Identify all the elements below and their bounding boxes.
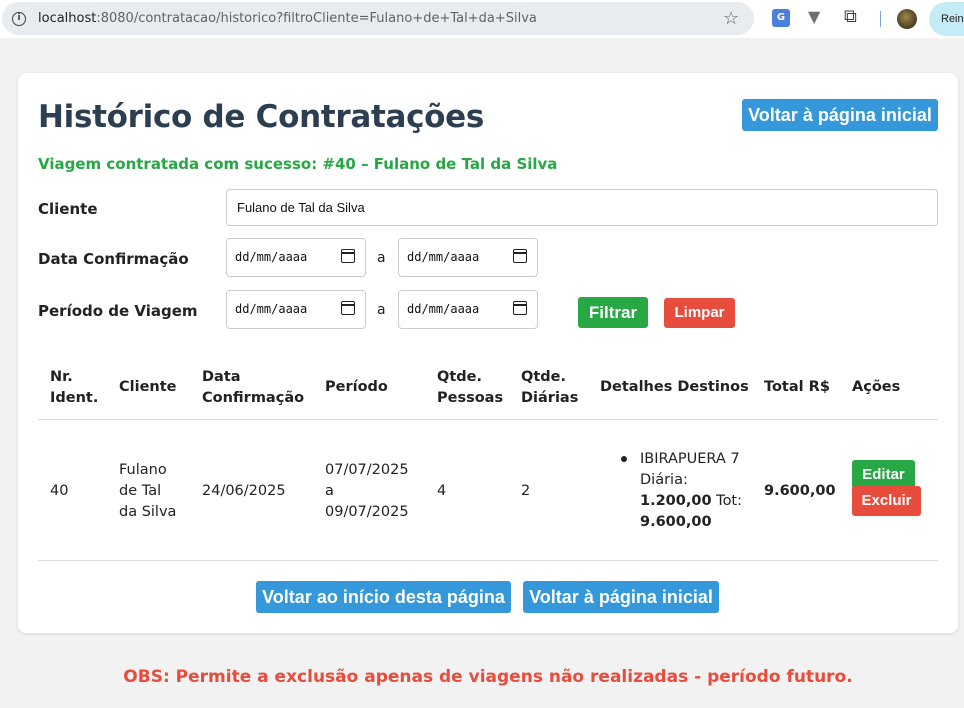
cell-cliente: Fulano de Tal da Silva [119, 462, 177, 520]
periodo-viagem-label: Período de Viagem [38, 302, 198, 320]
calendar-icon[interactable] [513, 301, 527, 315]
url-path: :8080/contratacao/historico?filtroClient… [96, 11, 537, 26]
cell-total: 9.600,00 [764, 483, 836, 499]
url-text[interactable]: localhost:8080/contratacao/historico?fil… [38, 11, 537, 26]
back-to-top-button[interactable]: Voltar ao início desta página [256, 581, 511, 613]
date-placeholder: dd/mm/aaaa [407, 250, 480, 264]
success-message: Viagem contratada com sucesso: #40 – Ful… [38, 155, 558, 173]
editar-button[interactable]: Editar [852, 460, 915, 489]
column-header-destinos: Detalhes Destinos [600, 379, 749, 395]
obs-note: OBS: Permite a exclusão apenas de viagen… [123, 667, 853, 687]
cell-data-confirmacao: 24/06/2025 [202, 483, 286, 499]
data-confirmacao-label: Data Confirmação [38, 250, 189, 268]
data-confirmacao-start-input[interactable]: dd/mm/aaaa [226, 238, 366, 277]
excluir-button[interactable]: Excluir [852, 486, 921, 516]
cliente-input[interactable]: Fulano de Tal da Silva [226, 189, 938, 226]
column-header-acoes: Ações [852, 379, 901, 395]
cell-diarias: 2 [521, 483, 531, 499]
cell-periodo: 07/07/2025 a 09/07/2025 [325, 462, 409, 520]
cell-id: 40 [50, 483, 69, 499]
main-card: Histórico de Contratações Voltar à págin… [18, 73, 958, 633]
filtrar-button[interactable]: Filtrar [578, 297, 648, 328]
table-row-divider [38, 560, 938, 561]
profile-avatar-icon[interactable] [897, 9, 917, 29]
url-host: localhost [38, 11, 97, 26]
range-separator: a [377, 302, 386, 318]
column-header-total: Total R$ [764, 379, 830, 395]
periodo-end-input[interactable]: dd/mm/aaaa [398, 290, 538, 329]
column-header-pessoas: Qtde. Pessoas [437, 369, 504, 406]
date-placeholder: dd/mm/aaaa [235, 250, 308, 264]
cell-pessoas: 4 [437, 483, 447, 499]
calendar-icon[interactable] [341, 249, 355, 263]
destino-bullet [621, 456, 627, 462]
date-placeholder: dd/mm/aaaa [407, 302, 480, 316]
back-home-button-bottom[interactable]: Voltar à página inicial [523, 581, 719, 613]
column-header-diarias: Qtde. Diárias [521, 369, 579, 406]
column-header-periodo: Período [325, 379, 388, 395]
column-header-data-confirmacao: Data Confirmação [202, 369, 305, 406]
date-placeholder: dd/mm/aaaa [235, 302, 308, 316]
limpar-button[interactable]: Limpar [664, 298, 735, 328]
calendar-icon[interactable] [513, 249, 527, 263]
cliente-label: Cliente [38, 200, 98, 218]
back-home-button-top[interactable]: Voltar à página inicial [742, 99, 938, 131]
toolbar-divider [880, 11, 881, 27]
column-header-cliente: Cliente [119, 379, 177, 395]
extensions-puzzle-icon[interactable]: ⧉ [844, 6, 857, 27]
vuejs-extension-icon[interactable]: ▼ [808, 7, 820, 26]
bookmark-star-icon[interactable]: ☆ [723, 8, 739, 29]
range-separator: a [377, 250, 386, 266]
cell-destinos: IBIRAPUERA 7 Diária: 1.200,00 Tot: 9.600… [640, 449, 760, 533]
data-confirmacao-end-input[interactable]: dd/mm/aaaa [398, 238, 538, 277]
site-info-icon[interactable]: i [12, 12, 26, 26]
column-header-id: Nr. Ident. [50, 369, 99, 406]
profile-label: Rein [941, 13, 964, 25]
periodo-start-input[interactable]: dd/mm/aaaa [226, 290, 366, 329]
table-header-divider [38, 419, 938, 420]
destino-tot-label: Tot: [716, 493, 743, 509]
destino-diaria-valor: 1.200,00 [640, 493, 712, 509]
profile-button[interactable]: Rein [929, 2, 964, 36]
page-title: Histórico de Contratações [38, 99, 485, 135]
calendar-icon[interactable] [341, 301, 355, 315]
destino-diaria-label: Diária: [640, 472, 688, 488]
browser-toolbar: i localhost:8080/contratacao/historico?f… [0, 0, 964, 38]
address-bar[interactable]: i localhost:8080/contratacao/historico?f… [2, 2, 754, 35]
translate-extension-icon[interactable]: G [772, 9, 790, 27]
destino-nome: IBIRAPUERA 7 [640, 451, 740, 467]
destino-tot-valor: 9.600,00 [640, 514, 712, 530]
